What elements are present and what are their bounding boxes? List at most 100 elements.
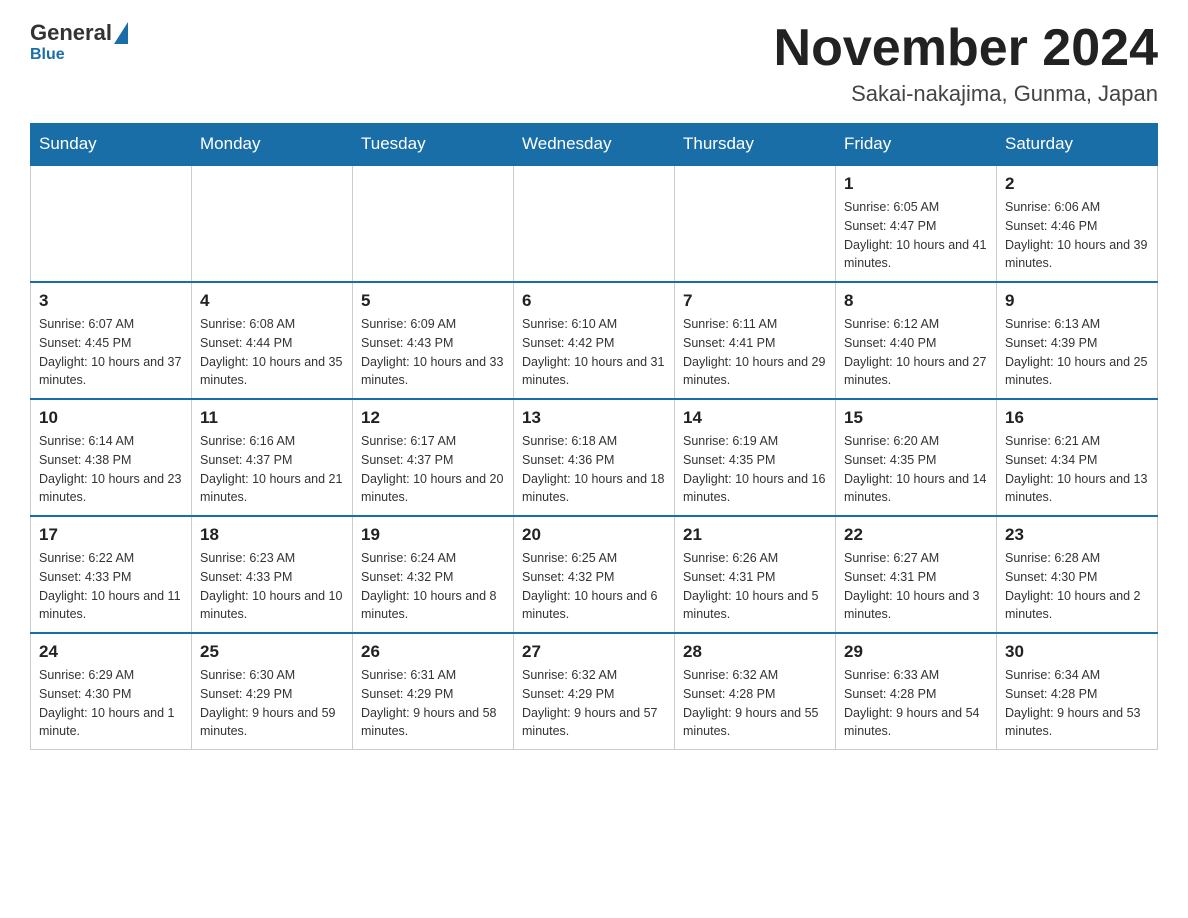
day-info: Sunrise: 6:07 AM Sunset: 4:45 PM Dayligh… <box>39 315 183 390</box>
calendar-cell: 23 Sunrise: 6:28 AM Sunset: 4:30 PM Dayli… <box>997 516 1158 633</box>
day-info: Sunrise: 6:25 AM Sunset: 4:32 PM Dayligh… <box>522 549 666 624</box>
day-number: 17 <box>39 525 183 545</box>
day-number: 10 <box>39 408 183 428</box>
weekday-header-friday: Friday <box>836 124 997 166</box>
calendar-cell: 30Sunrise: 6:34 AM Sunset: 4:28 PM Dayli… <box>997 633 1158 750</box>
day-number: 7 <box>683 291 827 311</box>
calendar-cell: 11 Sunrise: 6:16 AM Sunset: 4:37 PM Dayli… <box>192 399 353 516</box>
day-number: 25 <box>200 642 344 662</box>
day-info: Sunrise: 6:13 AM Sunset: 4:39 PM Dayligh… <box>1005 315 1149 390</box>
calendar-cell: 8 Sunrise: 6:12 AM Sunset: 4:40 PM Daylig… <box>836 282 997 399</box>
day-info: Sunrise: 6:06 AM Sunset: 4:46 PM Dayligh… <box>1005 198 1149 273</box>
day-info: Sunrise: 6:34 AM Sunset: 4:28 PM Dayligh… <box>1005 666 1149 741</box>
calendar-cell: 4 Sunrise: 6:08 AM Sunset: 4:44 PM Daylig… <box>192 282 353 399</box>
calendar-cell: 5 Sunrise: 6:09 AM Sunset: 4:43 PM Daylig… <box>353 282 514 399</box>
calendar-header-row: SundayMondayTuesdayWednesdayThursdayFrid… <box>31 124 1158 166</box>
calendar-cell: 14Sunrise: 6:19 AM Sunset: 4:35 PM Dayli… <box>675 399 836 516</box>
calendar-cell: 1Sunrise: 6:05 AM Sunset: 4:47 PM Daylig… <box>836 165 997 282</box>
day-number: 16 <box>1005 408 1149 428</box>
day-info: Sunrise: 6:23 AM Sunset: 4:33 PM Dayligh… <box>200 549 344 624</box>
day-info: Sunrise: 6:28 AM Sunset: 4:30 PM Dayligh… <box>1005 549 1149 624</box>
day-number: 2 <box>1005 174 1149 194</box>
calendar-cell: 24Sunrise: 6:29 AM Sunset: 4:30 PM Dayli… <box>31 633 192 750</box>
calendar-cell: 2 Sunrise: 6:06 AM Sunset: 4:46 PM Daylig… <box>997 165 1158 282</box>
calendar-table: SundayMondayTuesdayWednesdayThursdayFrid… <box>30 123 1158 750</box>
day-info: Sunrise: 6:05 AM Sunset: 4:47 PM Dayligh… <box>844 198 988 273</box>
day-number: 6 <box>522 291 666 311</box>
calendar-cell: 28 Sunrise: 6:32 AM Sunset: 4:28 PM Dayli… <box>675 633 836 750</box>
day-number: 15 <box>844 408 988 428</box>
day-info: Sunrise: 6:16 AM Sunset: 4:37 PM Dayligh… <box>200 432 344 507</box>
logo: General Blue <box>30 20 130 64</box>
calendar-cell <box>192 165 353 282</box>
day-info: Sunrise: 6:20 AM Sunset: 4:35 PM Dayligh… <box>844 432 988 507</box>
calendar-cell: 12Sunrise: 6:17 AM Sunset: 4:37 PM Dayli… <box>353 399 514 516</box>
calendar-cell <box>353 165 514 282</box>
day-number: 20 <box>522 525 666 545</box>
day-number: 13 <box>522 408 666 428</box>
day-number: 8 <box>844 291 988 311</box>
day-number: 4 <box>200 291 344 311</box>
day-info: Sunrise: 6:18 AM Sunset: 4:36 PM Dayligh… <box>522 432 666 507</box>
day-number: 24 <box>39 642 183 662</box>
day-number: 18 <box>200 525 344 545</box>
day-info: Sunrise: 6:32 AM Sunset: 4:28 PM Dayligh… <box>683 666 827 741</box>
day-number: 23 <box>1005 525 1149 545</box>
day-number: 26 <box>361 642 505 662</box>
weekday-header-thursday: Thursday <box>675 124 836 166</box>
calendar-cell: 21Sunrise: 6:26 AM Sunset: 4:31 PM Dayli… <box>675 516 836 633</box>
weekday-header-monday: Monday <box>192 124 353 166</box>
calendar-week-row: 3 Sunrise: 6:07 AM Sunset: 4:45 PM Daylig… <box>31 282 1158 399</box>
day-info: Sunrise: 6:08 AM Sunset: 4:44 PM Dayligh… <box>200 315 344 390</box>
logo-general-text: General <box>30 20 112 46</box>
day-number: 3 <box>39 291 183 311</box>
day-number: 21 <box>683 525 827 545</box>
calendar-week-row: 24Sunrise: 6:29 AM Sunset: 4:30 PM Dayli… <box>31 633 1158 750</box>
calendar-cell: 3 Sunrise: 6:07 AM Sunset: 4:45 PM Daylig… <box>31 282 192 399</box>
weekday-header-wednesday: Wednesday <box>514 124 675 166</box>
day-info: Sunrise: 6:22 AM Sunset: 4:33 PM Dayligh… <box>39 549 183 624</box>
calendar-cell: 29 Sunrise: 6:33 AM Sunset: 4:28 PM Dayli… <box>836 633 997 750</box>
calendar-cell: 25 Sunrise: 6:30 AM Sunset: 4:29 PM Dayli… <box>192 633 353 750</box>
calendar-cell: 17 Sunrise: 6:22 AM Sunset: 4:33 PM Dayli… <box>31 516 192 633</box>
day-number: 5 <box>361 291 505 311</box>
day-number: 27 <box>522 642 666 662</box>
day-info: Sunrise: 6:31 AM Sunset: 4:29 PM Dayligh… <box>361 666 505 741</box>
weekday-header-saturday: Saturday <box>997 124 1158 166</box>
day-info: Sunrise: 6:30 AM Sunset: 4:29 PM Dayligh… <box>200 666 344 741</box>
day-number: 11 <box>200 408 344 428</box>
page-header: General Blue November 2024 Sakai-nakajim… <box>30 20 1158 107</box>
month-title: November 2024 <box>774 20 1158 77</box>
calendar-cell: 20 Sunrise: 6:25 AM Sunset: 4:32 PM Dayli… <box>514 516 675 633</box>
calendar-cell: 26 Sunrise: 6:31 AM Sunset: 4:29 PM Dayli… <box>353 633 514 750</box>
day-info: Sunrise: 6:27 AM Sunset: 4:31 PM Dayligh… <box>844 549 988 624</box>
calendar-cell: 22 Sunrise: 6:27 AM Sunset: 4:31 PM Dayli… <box>836 516 997 633</box>
day-info: Sunrise: 6:32 AM Sunset: 4:29 PM Dayligh… <box>522 666 666 741</box>
calendar-cell: 7Sunrise: 6:11 AM Sunset: 4:41 PM Daylig… <box>675 282 836 399</box>
calendar-cell: 9 Sunrise: 6:13 AM Sunset: 4:39 PM Daylig… <box>997 282 1158 399</box>
logo-blue-text: Blue <box>30 46 65 63</box>
title-area: November 2024 Sakai-nakajima, Gunma, Jap… <box>774 20 1158 107</box>
day-number: 14 <box>683 408 827 428</box>
day-info: Sunrise: 6:10 AM Sunset: 4:42 PM Dayligh… <box>522 315 666 390</box>
day-number: 29 <box>844 642 988 662</box>
day-info: Sunrise: 6:33 AM Sunset: 4:28 PM Dayligh… <box>844 666 988 741</box>
calendar-cell: 10Sunrise: 6:14 AM Sunset: 4:38 PM Dayli… <box>31 399 192 516</box>
day-info: Sunrise: 6:21 AM Sunset: 4:34 PM Dayligh… <box>1005 432 1149 507</box>
day-number: 19 <box>361 525 505 545</box>
calendar-cell: 27 Sunrise: 6:32 AM Sunset: 4:29 PM Dayli… <box>514 633 675 750</box>
day-number: 9 <box>1005 291 1149 311</box>
calendar-cell: 6 Sunrise: 6:10 AM Sunset: 4:42 PM Daylig… <box>514 282 675 399</box>
calendar-week-row: 17 Sunrise: 6:22 AM Sunset: 4:33 PM Dayli… <box>31 516 1158 633</box>
calendar-cell: 15 Sunrise: 6:20 AM Sunset: 4:35 PM Dayli… <box>836 399 997 516</box>
calendar-cell: 19Sunrise: 6:24 AM Sunset: 4:32 PM Dayli… <box>353 516 514 633</box>
calendar-cell: 18 Sunrise: 6:23 AM Sunset: 4:33 PM Dayli… <box>192 516 353 633</box>
day-info: Sunrise: 6:09 AM Sunset: 4:43 PM Dayligh… <box>361 315 505 390</box>
calendar-cell <box>675 165 836 282</box>
day-number: 28 <box>683 642 827 662</box>
day-number: 22 <box>844 525 988 545</box>
calendar-cell: 16 Sunrise: 6:21 AM Sunset: 4:34 PM Dayli… <box>997 399 1158 516</box>
weekday-header-sunday: Sunday <box>31 124 192 166</box>
day-info: Sunrise: 6:12 AM Sunset: 4:40 PM Dayligh… <box>844 315 988 390</box>
day-info: Sunrise: 6:17 AM Sunset: 4:37 PM Dayligh… <box>361 432 505 507</box>
